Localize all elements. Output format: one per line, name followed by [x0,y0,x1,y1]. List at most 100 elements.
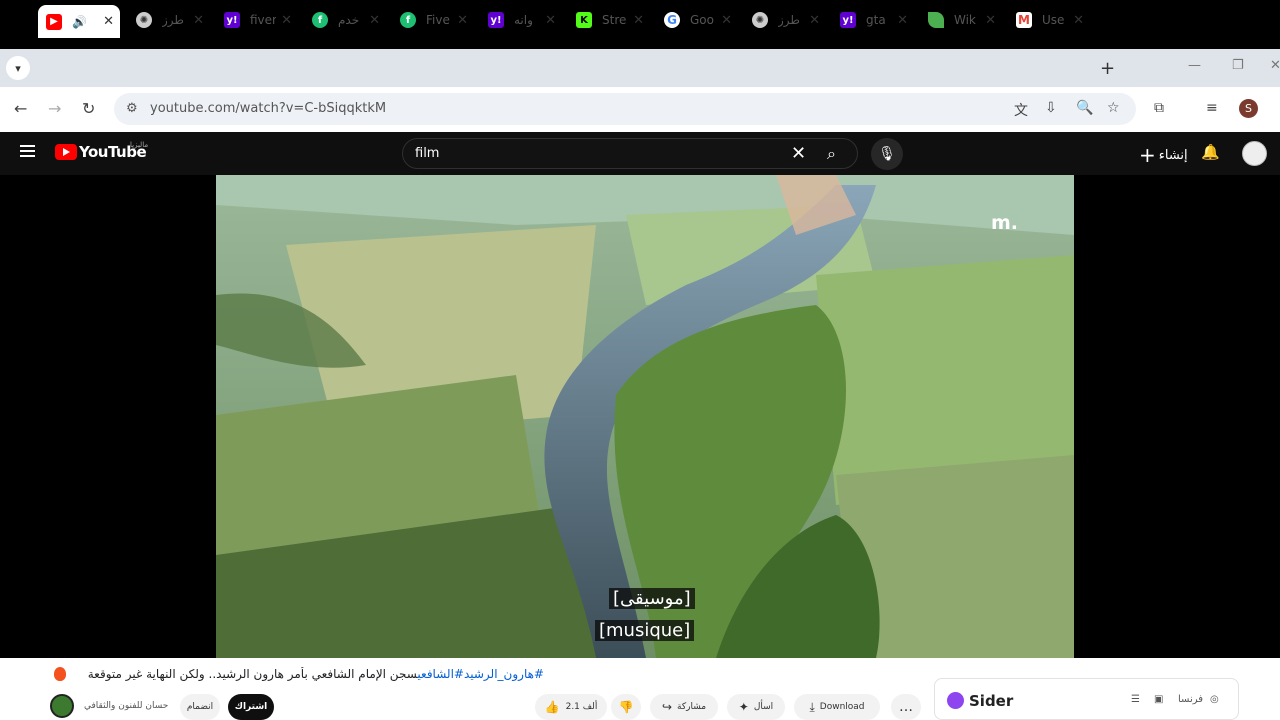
like-button[interactable]: 👍 2.1 ألف [535,694,607,720]
join-button[interactable]: انضمام [180,694,220,720]
download-label: Download [819,702,865,712]
close-icon[interactable]: ✕ [281,13,292,28]
grid-icon[interactable]: ▣ [1154,694,1163,705]
site-info-icon[interactable]: ⚙ [126,101,138,116]
clear-search-icon[interactable]: ✕ [791,143,806,164]
tab-search-button[interactable]: ▾ [6,56,30,80]
subscribe-label: اشتراك [234,702,268,712]
tab-item[interactable]: G Goo ✕ [656,5,738,35]
subscribe-button[interactable]: اشتراك [228,694,274,720]
sider-panel[interactable]: Sider ☰ ▣ فرنسا ◎ [934,678,1239,720]
video-title: #هارون_الرشيد#الشافعيسجن الإمام الشافعي … [54,667,544,681]
tab-item[interactable]: ✺ طرز ✕ [744,5,826,35]
close-icon[interactable]: ✕ [545,13,556,28]
youtube-play-icon [55,144,77,160]
search-icon[interactable]: ⌕ [827,144,836,164]
new-tab-icon[interactable]: + [1100,58,1115,79]
country-code: ماليزيا [130,141,149,149]
close-icon[interactable]: ✕ [985,13,996,28]
tab-label: Five [426,13,450,27]
translate-icon[interactable]: 文 [1014,100,1028,120]
create-label: إنشاء [1158,147,1188,163]
tab-youtube[interactable]: ▶ 🔊 ✕ [38,5,120,38]
download-icon: ⤓ [809,699,815,714]
subtitle-french: [musique] [595,620,695,641]
share-label: مشاركة [677,702,707,712]
video-player[interactable] [216,175,1074,658]
tab-item[interactable]: y! fiver ✕ [216,5,298,35]
account-avatar[interactable] [1242,141,1267,166]
dislike-button[interactable]: 👎 [611,694,641,720]
channel-name[interactable]: حسان للفنون والثقافي [84,701,168,711]
address-bar[interactable]: ⚙ youtube.com/watch?v=C-bSiqqktkM [114,93,1136,125]
close-icon[interactable]: ✕ [721,13,732,28]
minimize-icon[interactable]: — [1188,58,1201,73]
close-window-icon[interactable]: ✕ [1270,58,1280,73]
tab-item[interactable]: f Five ✕ [392,5,474,35]
media-control-icon[interactable]: ≡ [1206,100,1218,116]
restore-icon[interactable]: ❐ [1232,58,1244,73]
leaf-icon [928,12,944,28]
like-count: 2.1 ألف [565,702,598,712]
search-input[interactable]: film [415,146,439,161]
audio-icon[interactable]: 🔊 [72,15,87,29]
close-icon[interactable]: ✕ [633,13,644,28]
yahoo-icon: y! [840,12,856,28]
kick-icon: K [576,12,592,28]
reload-icon[interactable]: ↻ [82,99,95,118]
tab-item[interactable]: ✺ طرز ✕ [128,5,210,35]
tab-item[interactable]: y! gta ✕ [832,5,914,35]
close-icon[interactable]: ✕ [457,13,468,28]
target-icon[interactable]: ◎ [1210,694,1219,705]
tab-label: Goo [690,13,714,27]
close-icon[interactable]: ✕ [103,14,114,29]
close-icon[interactable]: ✕ [1073,13,1084,28]
install-app-icon[interactable]: ⇩ [1045,100,1057,116]
microphone-icon[interactable]: 🎙 [871,138,903,170]
sider-language[interactable]: فرنسا [1178,694,1203,705]
ask-button[interactable]: ✦ اسأل [727,694,785,720]
url-text[interactable]: youtube.com/watch?v=C-bSiqqktkM [150,101,386,116]
notifications-bell-icon[interactable]: 🔔 [1201,143,1220,161]
fiverr-icon: f [312,12,328,28]
close-icon[interactable]: ✕ [369,13,380,28]
more-icon: … [899,699,913,715]
extensions-icon[interactable]: ⧉ [1154,100,1164,116]
tab-item[interactable]: K Stre ✕ [568,5,650,35]
tab-label: Stre [602,13,627,27]
thumbs-down-icon: 👎 [618,700,634,714]
menu-icon[interactable] [20,145,35,157]
tab-item[interactable]: M Use ✕ [1008,5,1090,35]
tab-item[interactable]: Wik ✕ [920,5,1002,35]
tab-label: Wik [954,13,976,27]
sparkle-icon: ✦ [738,700,749,714]
tab-item[interactable]: f خدم ✕ [304,5,386,35]
forward-icon[interactable]: → [48,99,61,118]
create-button[interactable]: + إنشاء [1139,143,1188,167]
yahoo-icon: y! [488,12,504,28]
search-box[interactable]: film ✕ ⌕ [402,138,858,169]
close-icon[interactable]: ✕ [193,13,204,28]
back-icon[interactable]: ← [14,99,27,118]
share-button[interactable]: ↪ مشاركة [650,694,718,720]
tab-label: gta [866,13,886,27]
tab-label: Use [1042,13,1065,27]
zoom-icon[interactable]: 🔍 [1076,100,1093,116]
bookmark-star-icon[interactable]: ☆ [1107,100,1120,116]
channel-avatar[interactable] [50,694,74,718]
youtube-icon: ▶ [46,13,62,30]
subtitle-arabic: [موسيقى] [609,588,695,609]
list-icon[interactable]: ☰ [1131,694,1140,705]
join-label: انضمام [186,702,214,712]
video-hashtags[interactable]: #هارون_الرشيد#الشافعي [417,667,544,681]
profile-avatar[interactable]: S [1239,99,1258,118]
fiverr-icon: f [400,12,416,28]
close-icon[interactable]: ✕ [809,13,820,28]
channel-watermark: m. [991,212,1019,234]
tab-item[interactable]: y! وانه ✕ [480,5,562,35]
more-actions-button[interactable]: … [891,694,921,720]
ask-label: اسأل [753,702,774,712]
download-button[interactable]: ⤓ Download [794,694,880,720]
yahoo-icon: y! [224,12,240,28]
close-icon[interactable]: ✕ [897,13,908,28]
